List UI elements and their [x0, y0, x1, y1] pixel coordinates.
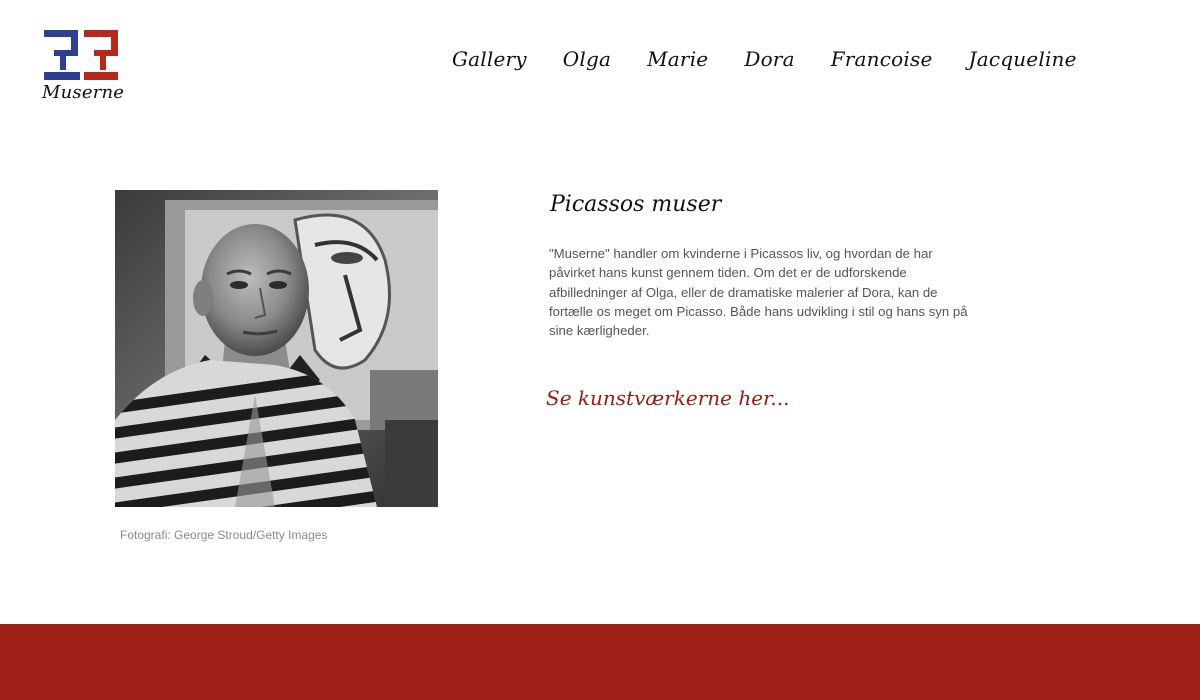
footer-band	[0, 624, 1200, 700]
logo-wordmark: Muserne	[42, 82, 125, 103]
nav-item-marie[interactable]: Marie	[647, 47, 708, 71]
page-title: Picassos muser	[550, 192, 722, 217]
intro-paragraph: "Muserne" handler om kvinderne i Picasso…	[549, 246, 968, 339]
main-nav: Gallery Olga Marie Dora Francoise Jacque…	[452, 42, 1077, 76]
nav-item-francoise[interactable]: Francoise	[831, 47, 933, 71]
nav-item-gallery[interactable]: Gallery	[452, 47, 527, 71]
nav-item-olga[interactable]: Olga	[563, 47, 611, 71]
nav-item-jacqueline[interactable]: Jacqueline	[968, 47, 1076, 71]
nav-item-dora[interactable]: Dora	[744, 47, 794, 71]
see-artworks-link[interactable]: Se kunstværkerne her...	[546, 386, 789, 410]
page: Muserne Gallery Olga Marie Dora Francois…	[0, 0, 1200, 700]
picasso-photo	[115, 190, 438, 507]
muserne-logo-icon	[44, 30, 118, 80]
portrait-image	[115, 190, 438, 507]
site-logo[interactable]: Muserne	[40, 26, 125, 106]
photo-caption: Fotografi: George Stroud/Getty Images	[120, 528, 328, 542]
